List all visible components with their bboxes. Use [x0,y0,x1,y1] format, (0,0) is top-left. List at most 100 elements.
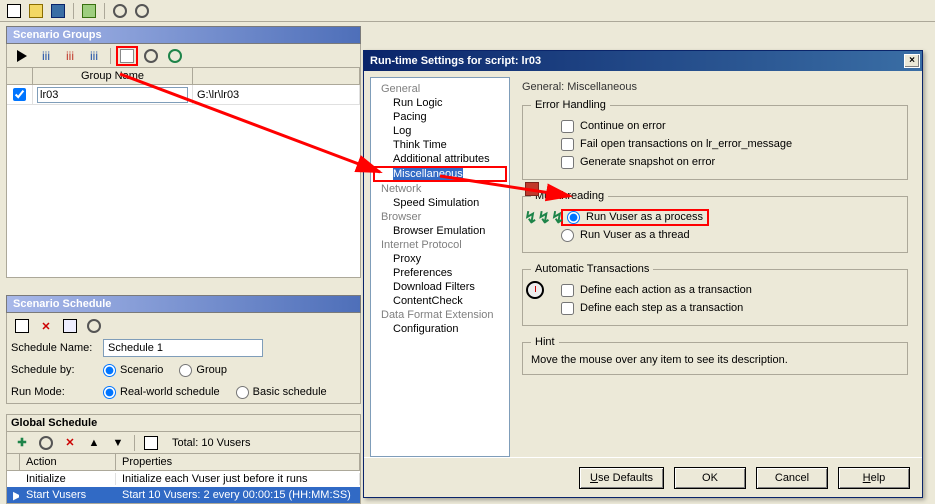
scenario-groups-grid: Group Name G:\lr\lr03 [6,68,361,278]
automatic-transactions-group: Automatic Transactions Define each actio… [522,263,908,326]
tree-cat-network: Network [373,182,507,196]
runtime-settings-button[interactable] [116,46,138,66]
ok-button[interactable]: OK [674,467,746,489]
schedule-by-scenario[interactable]: Scenario [103,364,163,377]
tree-cat-internet: Internet Protocol [373,238,507,252]
multithreading-group: Multithreading ↯↯↯ Run Vuser as a proces… [522,190,908,253]
tree-proxy[interactable]: Proxy [373,252,507,266]
gs-row-initialize[interactable]: Initialize Initialize each Vuser just be… [7,471,360,487]
global-schedule-panel: Global Schedule ✚ ✕ ▲ ▼ Total: 10 Vusers… [6,414,361,504]
chk-each-step[interactable] [561,302,574,315]
tree-speed-simulation[interactable]: Speed Simulation [373,196,507,210]
group-name-input[interactable] [37,87,188,103]
settings-icon[interactable] [140,46,162,66]
main-toolbar [0,0,935,22]
chk-snapshot[interactable] [561,156,574,169]
tree-pacing[interactable]: Pacing [373,110,507,124]
gs-del-icon[interactable]: ✕ [59,433,81,453]
refresh-icon[interactable] [164,46,186,66]
run-as-process-highlight: Run Vuser as a process [561,209,709,226]
vusers-icon-1[interactable]: iii [35,46,57,66]
dialog-button-bar: Use Defaults OK Cancel Help [364,457,922,497]
col-group-name[interactable]: Group Name [33,68,193,84]
global-schedule-toolbar: ✚ ✕ ▲ ▼ Total: 10 Vusers [6,432,361,454]
schedule-toolbar: ✕ [11,315,356,337]
run-mode-basic[interactable]: Basic schedule [236,386,327,399]
cancel-button[interactable]: Cancel [756,467,828,489]
play-icon[interactable] [11,46,33,66]
tree-contentcheck[interactable]: ContentCheck [373,294,507,308]
run-mode-real[interactable]: Real-world schedule [103,386,220,399]
settings-tree: General Run Logic Pacing Log Think Time … [370,77,510,457]
sched-copy-icon[interactable] [59,316,81,336]
tree-preferences[interactable]: Preferences [373,266,507,280]
sched-delete-icon[interactable]: ✕ [35,316,57,336]
tree-think-time[interactable]: Think Time [373,138,507,152]
gs-down-icon[interactable]: ▼ [107,433,129,453]
thread-icon: ↯↯↯ [524,208,564,228]
dialog-titlebar[interactable]: Run-time Settings for script: lr03 × [364,51,922,71]
gs-split-icon[interactable] [140,433,162,453]
group-row-checkbox[interactable] [13,88,26,101]
tree-additional-attributes[interactable]: Additional attributes [373,152,507,166]
gs-col-marker[interactable] [7,454,20,470]
tree-cat-general: General [373,82,507,96]
grid-icon[interactable] [79,2,99,20]
gear1-icon[interactable] [110,2,130,20]
gs-up-icon[interactable]: ▲ [83,433,105,453]
gs-add-icon[interactable]: ✚ [11,433,33,453]
open-icon[interactable] [26,2,46,20]
chk-continue-on-error[interactable] [561,120,574,133]
dialog-heading: General: Miscellaneous [522,81,908,93]
sched-settings-icon[interactable] [83,316,105,336]
sched-new-icon[interactable] [11,316,33,336]
hint-text: Move the mouse over any item to see its … [531,354,899,366]
tree-download-filters[interactable]: Download Filters [373,280,507,294]
tree-miscellaneous[interactable]: Miscellaneous [393,168,463,180]
hint-legend: Hint [531,336,559,348]
gs-edit-icon[interactable] [35,433,57,453]
gs-col-properties[interactable]: Properties [116,454,360,470]
schedule-name-input[interactable] [103,339,263,357]
gs-col-action[interactable]: Action [20,454,116,470]
save-icon[interactable] [48,2,68,20]
schedule-name-label: Schedule Name: [11,342,103,354]
chk-each-action[interactable] [561,284,574,297]
col-path[interactable] [193,68,360,84]
tree-configuration[interactable]: Configuration [373,322,507,336]
gs-total: Total: 10 Vusers [172,437,250,449]
hint-group: Hint Move the mouse over any item to see… [522,336,908,375]
group-row[interactable]: G:\lr\lr03 [7,85,360,105]
schedule-by-group[interactable]: Group [179,364,227,377]
error-handling-group: Error Handling Continue on error Fail op… [522,99,908,180]
automatic-transactions-legend: Automatic Transactions [531,263,653,275]
gear2-icon[interactable] [132,2,152,20]
scenario-schedule-title: Scenario Schedule [6,295,361,313]
global-schedule-title: Global Schedule [6,414,361,432]
new-icon[interactable] [4,2,24,20]
tree-cat-browser: Browser [373,210,507,224]
radio-run-as-process[interactable] [567,211,580,224]
gs-row-start-vusers[interactable]: ▶ Start Vusers Start 10 Vusers: 2 every … [7,487,360,503]
scenario-groups-toolbar: iii iii iii [6,44,361,68]
col-chk[interactable] [7,68,33,84]
error-handling-legend: Error Handling [531,99,610,111]
error-icon [525,182,539,196]
help-button[interactable]: Help [838,467,910,489]
tree-cat-dfe: Data Format Extension [373,308,507,322]
scenario-groups-title: Scenario Groups [6,26,361,44]
close-icon[interactable]: × [904,54,920,68]
tree-browser-emulation[interactable]: Browser Emulation [373,224,507,238]
chk-fail-open[interactable] [561,138,574,151]
tree-run-logic[interactable]: Run Logic [373,96,507,110]
clock-icon [526,281,544,299]
tree-miscellaneous-wrap[interactable]: Miscellaneous [373,166,507,182]
vusers-icon-2[interactable]: iii [59,46,81,66]
vusers-icon-3[interactable]: iii [83,46,105,66]
schedule-by-label: Schedule by: [11,364,103,376]
tree-log[interactable]: Log [373,124,507,138]
runtime-settings-dialog: Run-time Settings for script: lr03 × Gen… [363,50,923,498]
radio-run-as-thread[interactable] [561,229,574,242]
use-defaults-button[interactable]: Use Defaults [579,467,664,489]
dialog-title: Run-time Settings for script: lr03 [370,55,541,67]
